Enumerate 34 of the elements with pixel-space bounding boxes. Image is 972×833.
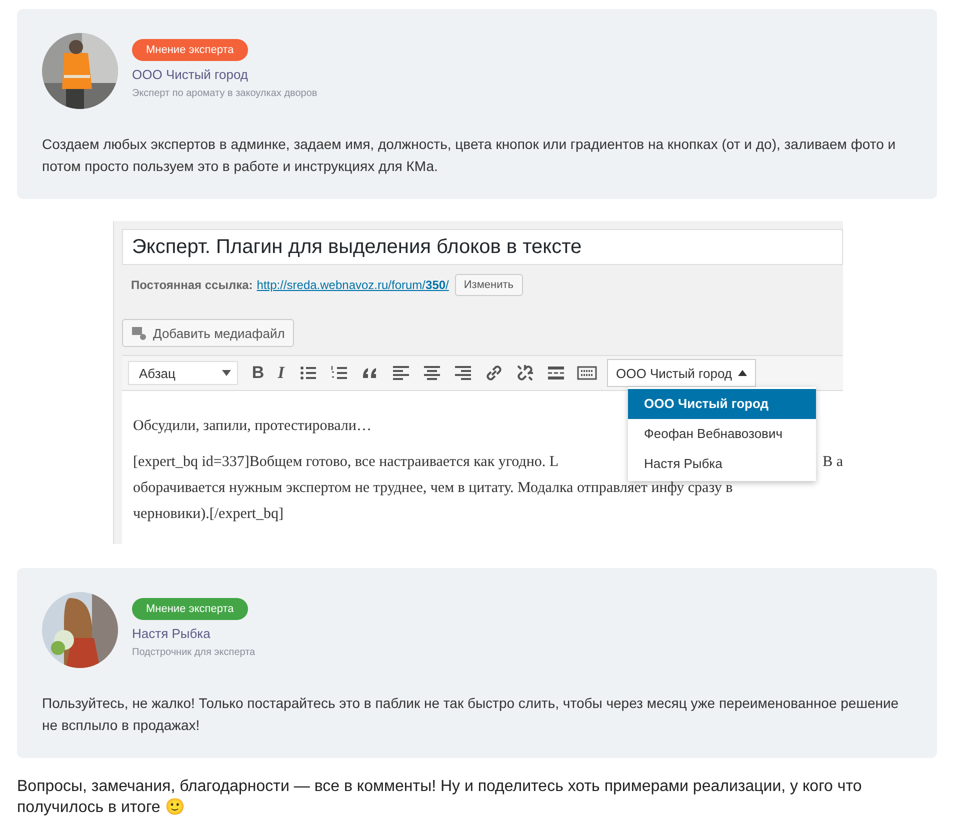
expert-select[interactable]: ООО Чистый город [607,359,756,387]
expert-text: Пользуйтесь, не жалко! Только постарайтесь это в паблик не так быстро слить, чтобы через месяц уже переименованное решение не всплыло в продажах! [42,694,900,735]
title-field[interactable]: Эксперт. Плагин для выделения блоков в тексте [122,229,843,265]
broken-link-icon[interactable] [515,363,535,383]
edit-button[interactable]: Изменить [454,274,523,296]
expert-role: Подстрочник для эксперта [132,647,256,658]
bold-button[interactable]: B [251,362,265,384]
editor-text-line: В а [822,453,843,472]
media-icon [131,325,147,341]
caret-icon [738,370,747,376]
align-right-icon[interactable] [453,363,473,383]
expert-name: Настя Рыбка [132,626,210,641]
expert-name: ООО Чистый город [132,67,248,82]
italic-button[interactable]: I [274,362,288,384]
dropdown-item[interactable]: Настя Рыбка [628,449,816,479]
add-media-button[interactable]: Добавить медиафайл [122,319,294,347]
editor-text-line: черновики).[/expert_bq] [133,505,284,524]
link-icon[interactable] [484,363,504,383]
caret-icon [222,370,231,376]
editor-paragraph: Обсудили, запили, протестировали… [133,418,372,435]
format-select[interactable]: Абзац [128,361,238,385]
align-center-icon[interactable] [422,363,442,383]
editor-text-line: [expert_bq id=337]Вобщем готово, все настраивается как угодно. L [133,453,559,472]
editor-text-line: оборачивается нужным экспертом не труднее, чем в цитату. Модалка отправляет инфу сразу в [133,479,733,498]
expert-badge: Мнение эксперта [132,598,248,620]
dropdown-item[interactable]: Феофан Вебнавозович [628,419,816,449]
closing-paragraph: Вопросы, замечания, благодарности — все в комменты! Ну и поделитесь хоть примерами реализации, у кого что получилось в итоге 🙂 [17,777,863,818]
expert-role: Эксперт по аромату в закоулках дворов [132,88,318,99]
align-left-icon[interactable] [391,363,411,383]
expert-text: Создаем любых экспертов в админке, задаем имя, должность, цвета кнопок или градиентов на кнопках (от и до), заливаем фото и потом просто пользуем это в работе и инструкциях для КМа. [42,135,897,176]
dropdown-item[interactable]: ООО Чистый город [628,389,816,419]
permalink-label: Постоянная ссылка: [131,278,253,292]
permalink-link[interactable]: http://sreda.webnavoz.ru/forum/350/ [256,278,449,292]
expert-badge: Мнение эксперта [132,39,248,61]
